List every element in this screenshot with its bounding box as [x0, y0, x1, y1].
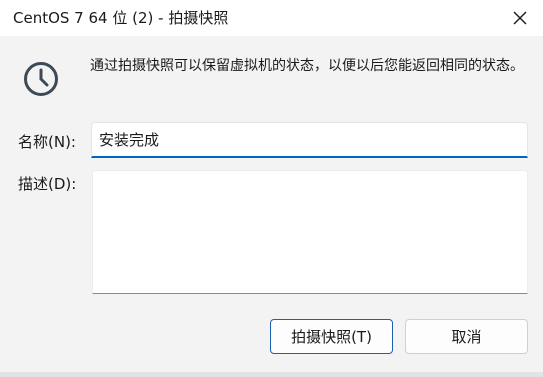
- cancel-button[interactable]: 取消: [405, 319, 528, 354]
- description-label: 描述(D):: [18, 175, 77, 193]
- bottom-border: [0, 372, 543, 377]
- snapshot-description-input[interactable]: [92, 170, 528, 294]
- clock-icon: [24, 62, 58, 96]
- close-icon: [513, 11, 527, 25]
- snapshot-dialog: CentOS 7 64 位 (2) - 拍摄快照 通过拍摄快照可以保留虚拟机的状…: [0, 0, 543, 377]
- window-title: CentOS 7 64 位 (2) - 拍摄快照: [13, 9, 229, 27]
- title-bar: CentOS 7 64 位 (2) - 拍摄快照: [0, 0, 543, 36]
- snapshot-name-input[interactable]: [91, 122, 528, 158]
- info-message: 通过拍摄快照可以保留虚拟机的状态，以便以后您能返回相同的状态。: [90, 58, 524, 74]
- close-button[interactable]: [497, 0, 543, 36]
- take-snapshot-button[interactable]: 拍摄快照(T): [270, 319, 393, 354]
- name-label: 名称(N):: [18, 133, 76, 151]
- dialog-content: 通过拍摄快照可以保留虚拟机的状态，以便以后您能返回相同的状态。 名称(N): 描…: [0, 36, 543, 377]
